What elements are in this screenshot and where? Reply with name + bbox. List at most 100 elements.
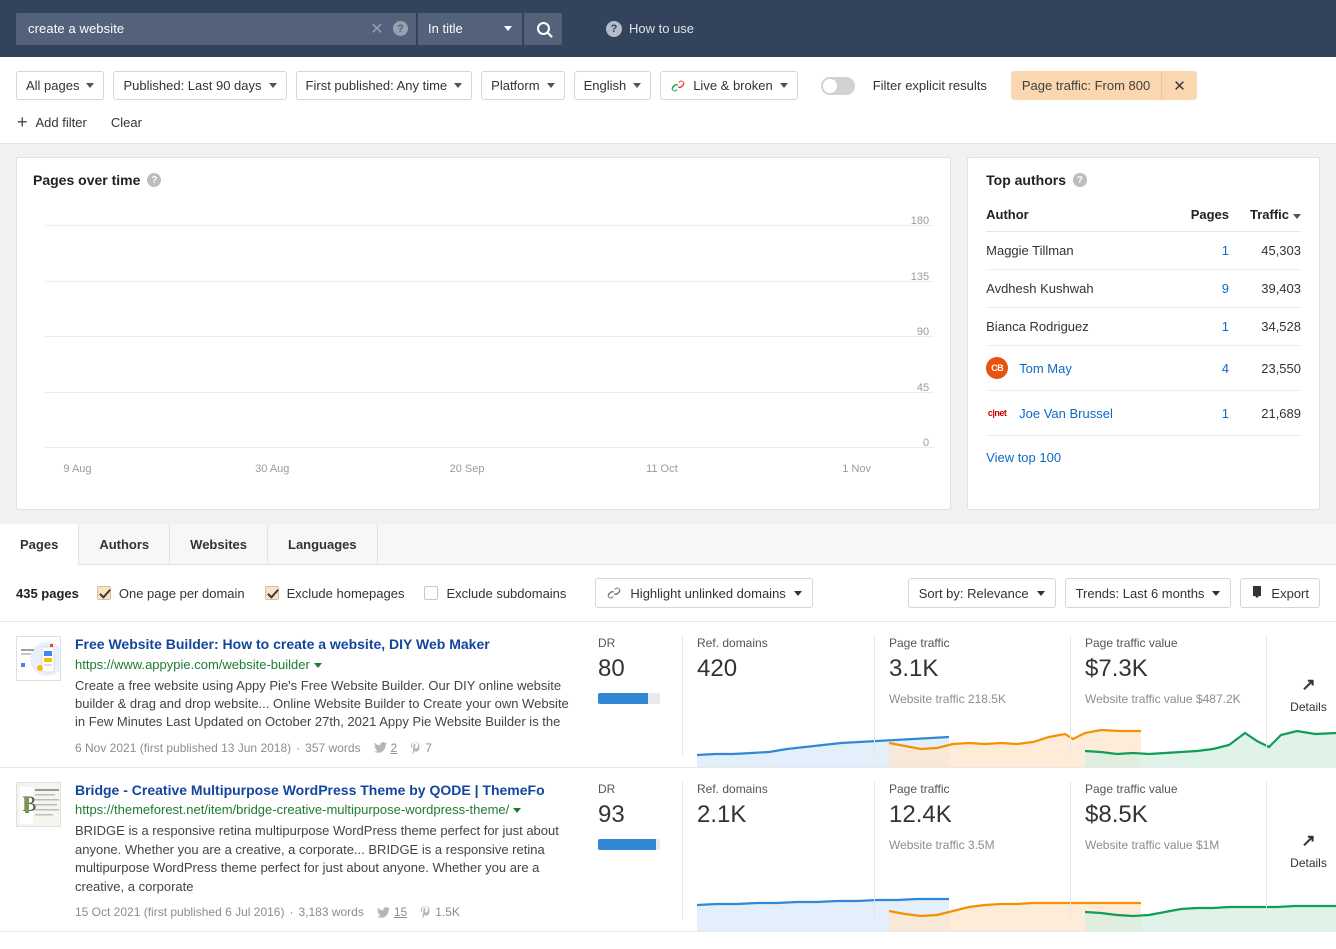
- question-icon[interactable]: ?: [147, 173, 162, 187]
- author-name[interactable]: Joe Van Brussel: [1019, 406, 1113, 421]
- table-header-row: Author Pages Traffic: [986, 198, 1301, 232]
- favicon-icon: c|net: [987, 408, 1007, 418]
- author-pages[interactable]: 1: [1177, 390, 1229, 436]
- chevron-down-icon: [1212, 590, 1221, 596]
- table-row: c|net Joe Van Brussel 1 21,689: [986, 390, 1301, 436]
- tab-languages[interactable]: Languages: [268, 524, 378, 564]
- author-pages[interactable]: 4: [1177, 345, 1229, 391]
- page-title: Pages over time: [33, 172, 141, 188]
- author-cell: Maggie Tillman: [986, 231, 1177, 270]
- trends-button[interactable]: Trends: Last 6 months: [1064, 578, 1232, 608]
- details-label: Details: [1290, 855, 1327, 870]
- results-toolbar: 435 pages One page per domain Exclude ho…: [0, 565, 1336, 622]
- checkbox-exclude-homepages[interactable]: Exclude homepages: [264, 586, 404, 601]
- export-button[interactable]: Export: [1240, 578, 1320, 608]
- trends-label: Trends: Last 6 months: [1075, 585, 1205, 601]
- remove-filter-icon[interactable]: ✕: [1161, 71, 1197, 100]
- result-url[interactable]: https://www.appypie.com/website-builder: [75, 657, 572, 672]
- checkbox-one-page-per-domain-label: One page per domain: [118, 585, 245, 601]
- table-row: Maggie Tillman 1 45,303: [986, 231, 1301, 270]
- author-cell: Bianca Rodriguez: [986, 307, 1177, 346]
- result-thumbnail: [16, 636, 61, 681]
- col-pages[interactable]: Pages: [1177, 198, 1229, 232]
- filter-all-pages[interactable]: All pages: [16, 71, 105, 100]
- pinterest-shares[interactable]: 1.5K: [420, 905, 460, 919]
- sort-by-button[interactable]: Sort by: Relevance: [907, 578, 1056, 608]
- filter-first-published-label: First published: Any time: [305, 78, 448, 93]
- filter-language[interactable]: English: [573, 71, 652, 100]
- top-authors-title: Top authors: [986, 172, 1066, 188]
- col-author[interactable]: Author: [986, 198, 1177, 232]
- trend-icon: ↗: [1301, 830, 1316, 850]
- author-pages[interactable]: 1: [1177, 231, 1229, 270]
- results-tabs: Pages Authors Websites Languages: [0, 524, 1336, 565]
- download-icon: [1253, 586, 1262, 598]
- checkbox-one-page-per-domain[interactable]: One page per domain: [96, 585, 245, 601]
- metric-domain-rating: DR 93: [586, 782, 682, 919]
- result-title[interactable]: Bridge - Creative Multipurpose WordPress…: [75, 782, 572, 800]
- clear-search-icon[interactable]: ✕: [367, 19, 387, 39]
- result-row: Free Website Builder: How to create a we…: [0, 622, 1336, 768]
- tab-authors[interactable]: Authors: [79, 524, 171, 564]
- filter-first-published[interactable]: First published: Any time: [295, 71, 473, 100]
- page-traffic-value-amount: $8.5K: [1085, 800, 1148, 828]
- meta-separator: ·: [289, 905, 294, 920]
- chart-bars: [45, 208, 889, 448]
- filter-row-primary: All pages Published: Last 90 days First …: [16, 71, 1320, 100]
- tab-pages[interactable]: Pages: [0, 524, 80, 565]
- website-traffic-value-sub: Website traffic value $487.2K: [1085, 692, 1241, 707]
- col-traffic[interactable]: Traffic: [1229, 198, 1301, 232]
- clear-filters-button[interactable]: Clear: [111, 115, 142, 130]
- result-content: B Bridge - Creative Multipurpose WordPres…: [0, 781, 586, 919]
- tab-websites[interactable]: Websites: [170, 524, 268, 564]
- website-traffic-sub: Website traffic 218.5K: [889, 692, 1006, 707]
- active-filter-chip-page-traffic[interactable]: Page traffic: From 800 ✕: [1010, 71, 1197, 100]
- highlight-unlinked-domains-button[interactable]: Highlight unlinked domains: [595, 578, 813, 608]
- author-name: Maggie Tillman: [986, 243, 1074, 258]
- favicon-icon: CB: [986, 357, 1009, 379]
- result-thumbnail: B: [16, 781, 61, 827]
- result-meta: 15 Oct 2021 (first published 6 Jul 2016)…: [75, 905, 572, 919]
- chart-y-tick: 180: [910, 215, 930, 228]
- twitter-shares[interactable]: 15: [376, 905, 407, 919]
- author-pages[interactable]: 9: [1177, 269, 1229, 308]
- metric-page-traffic-value: Page traffic value $8.5K Website traffic v…: [1070, 781, 1336, 932]
- filter-live-broken[interactable]: Live & broken: [660, 71, 798, 100]
- view-top-100-link[interactable]: View top 100: [986, 450, 1301, 465]
- search-button[interactable]: [524, 12, 562, 45]
- dr-progress-bar: [598, 839, 660, 851]
- author-name: Bianca Rodriguez: [986, 319, 1089, 334]
- add-filter-button[interactable]: + Add filter: [17, 113, 87, 131]
- checkbox-icon: [424, 586, 439, 600]
- filter-published[interactable]: Published: Last 90 days: [113, 71, 287, 100]
- pinterest-count: 1.5K: [435, 905, 460, 920]
- chart-y-tick: 0: [923, 437, 930, 449]
- chart-gridline: [45, 391, 935, 393]
- trend-icon: ↗: [1301, 675, 1316, 695]
- explicit-results-toggle[interactable]: [820, 76, 855, 95]
- pinterest-shares[interactable]: 7: [410, 741, 432, 755]
- details-button[interactable]: ↗ Details: [1266, 636, 1336, 755]
- dr-value: 80: [598, 655, 625, 682]
- search-input[interactable]: create a website ✕ ?: [16, 12, 416, 45]
- overview-cards: Pages over time ? 0 45 90 135 180 9 Aug 30 Au…: [0, 144, 1336, 524]
- question-icon[interactable]: ?: [1072, 173, 1087, 187]
- result-url[interactable]: https://themeforest.net/item/bridge-crea…: [75, 802, 572, 817]
- result-title[interactable]: Free Website Builder: How to create a we…: [75, 636, 572, 654]
- export-label: Export: [1271, 585, 1309, 601]
- author-pages[interactable]: 1: [1177, 307, 1229, 346]
- chevron-down-icon[interactable]: [513, 808, 522, 814]
- how-to-use-link[interactable]: ? How to use: [606, 20, 694, 37]
- twitter-shares[interactable]: 2: [373, 741, 397, 755]
- author-cell-inner: CB Tom May: [986, 357, 1177, 379]
- details-button[interactable]: ↗ Details: [1266, 781, 1336, 920]
- dr-value: 93: [598, 800, 625, 828]
- search-scope-dropdown[interactable]: In title: [418, 12, 522, 45]
- search-help-icon[interactable]: ?: [393, 21, 408, 36]
- chart-x-tick: 9 Aug: [63, 463, 92, 475]
- chevron-down-icon[interactable]: [313, 662, 322, 668]
- author-name[interactable]: Tom May: [1019, 361, 1072, 376]
- filter-platform[interactable]: Platform: [481, 71, 565, 100]
- filter-live-broken-label: Live & broken: [693, 78, 773, 93]
- checkbox-exclude-subdomains[interactable]: Exclude subdomains: [424, 586, 566, 601]
